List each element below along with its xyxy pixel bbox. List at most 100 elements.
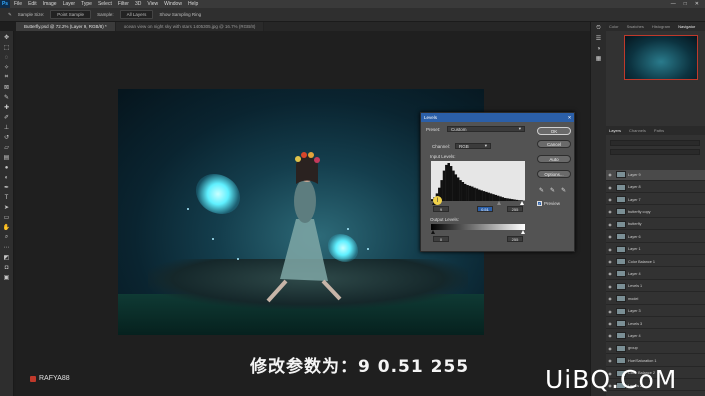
menu-view[interactable]: View bbox=[147, 1, 158, 7]
input-midtone-field[interactable]: 0.51 bbox=[477, 206, 493, 212]
menu-image[interactable]: Image bbox=[43, 1, 57, 7]
tab-channels[interactable]: Channels bbox=[629, 128, 646, 133]
marquee-tool-icon[interactable]: ⬚ bbox=[3, 44, 11, 51]
white-eyedropper-icon[interactable]: ✎ bbox=[561, 187, 566, 194]
more-tools-icon[interactable]: ⋯ bbox=[3, 244, 11, 251]
tab-paths[interactable]: Paths bbox=[654, 128, 664, 133]
layer-row[interactable]: ◉ butterfly bbox=[606, 220, 705, 231]
visibility-eye-icon[interactable]: ◉ bbox=[606, 284, 614, 289]
visibility-eye-icon[interactable]: ◉ bbox=[606, 247, 614, 252]
menu-edit[interactable]: Edit bbox=[28, 1, 37, 7]
visibility-eye-icon[interactable]: ◉ bbox=[606, 172, 614, 177]
visibility-eye-icon[interactable]: ◉ bbox=[606, 234, 614, 239]
eyedropper-tool-icon[interactable]: ✎ bbox=[3, 94, 11, 101]
shape-tool-icon[interactable]: ▭ bbox=[3, 214, 11, 221]
layer-row[interactable]: ◉ model bbox=[606, 294, 705, 305]
tab-layers[interactable]: Layers bbox=[609, 128, 621, 133]
tab-navigator[interactable]: Navigator bbox=[678, 24, 695, 29]
preview-checkbox[interactable]: ✓ bbox=[537, 201, 542, 206]
output-black-field[interactable]: 0 bbox=[433, 236, 449, 242]
quick-select-tool-icon[interactable]: ✧ bbox=[3, 64, 11, 71]
close-window-button[interactable]: ✕ bbox=[695, 1, 699, 7]
crop-tool-icon[interactable]: ⌗ bbox=[3, 74, 11, 81]
layer-row[interactable]: ◉ group bbox=[606, 344, 705, 355]
menu-layer[interactable]: Layer bbox=[63, 1, 76, 7]
input-white-field[interactable]: 255 bbox=[507, 206, 523, 212]
layer-row[interactable]: ◉ Layer 6 bbox=[606, 232, 705, 243]
lasso-tool-icon[interactable]: ◌ bbox=[3, 54, 11, 61]
menu-filter[interactable]: Filter bbox=[118, 1, 129, 7]
sample-select[interactable]: All Layers bbox=[119, 10, 154, 19]
preset-select[interactable]: Custom ▾ bbox=[447, 126, 525, 132]
path-select-icon[interactable]: ➤ bbox=[3, 204, 11, 211]
hand-tool-icon[interactable]: ✋ bbox=[3, 224, 11, 231]
menu-window[interactable]: Window bbox=[164, 1, 182, 7]
tab-color[interactable]: Color bbox=[609, 24, 619, 29]
minimize-button[interactable]: — bbox=[671, 1, 676, 7]
screen-mode-icon[interactable]: ▣ bbox=[3, 274, 11, 281]
layer-row[interactable]: ◉ Levels 3 bbox=[606, 319, 705, 330]
menu-file[interactable]: File bbox=[14, 1, 22, 7]
color-swatches-icon[interactable]: ◩ bbox=[3, 254, 11, 261]
libraries-icon[interactable]: ▦ bbox=[595, 55, 603, 62]
menu-type[interactable]: Type bbox=[81, 1, 92, 7]
cancel-button[interactable]: Cancel bbox=[537, 140, 571, 148]
preview-toggle[interactable]: ✓ Preview bbox=[537, 201, 560, 206]
dodge-tool-icon[interactable]: ◐ bbox=[3, 174, 11, 181]
layer-row[interactable]: ◉ Layer 8 bbox=[606, 182, 705, 193]
blend-mode-bar[interactable] bbox=[610, 149, 700, 155]
gray-eyedropper-icon[interactable]: ✎ bbox=[550, 187, 555, 194]
tab-swatches[interactable]: Swatches bbox=[627, 24, 644, 29]
visibility-eye-icon[interactable]: ◉ bbox=[606, 346, 614, 351]
quick-mask-icon[interactable]: ◘ bbox=[3, 264, 11, 271]
options-button[interactable]: Options... bbox=[537, 170, 571, 178]
navigator-thumbnail[interactable] bbox=[624, 35, 698, 80]
type-tool-icon[interactable]: T bbox=[3, 194, 11, 201]
tab-butterfly[interactable]: Butterfly.psd @ 72.2% (Layer 9, RGB/8) * bbox=[16, 22, 116, 31]
output-slider-track[interactable] bbox=[431, 230, 525, 234]
visibility-eye-icon[interactable]: ◉ bbox=[606, 197, 614, 202]
layer-row[interactable]: ◉ Color Balance 1 bbox=[606, 257, 705, 268]
menu-select[interactable]: Select bbox=[98, 1, 112, 7]
ok-button[interactable]: OK bbox=[537, 127, 571, 135]
history-icon[interactable]: ⏲ bbox=[595, 25, 603, 32]
levels-titlebar[interactable]: Levels ✕ bbox=[421, 113, 574, 122]
zoom-tool-icon[interactable]: ⌕ bbox=[3, 234, 11, 241]
visibility-eye-icon[interactable]: ◉ bbox=[606, 333, 614, 338]
visibility-eye-icon[interactable]: ◉ bbox=[606, 185, 614, 190]
frame-tool-icon[interactable]: ⊠ bbox=[3, 84, 11, 91]
layer-row[interactable]: ◉ Layer 9 bbox=[606, 170, 705, 181]
maximize-button[interactable]: □ bbox=[684, 1, 687, 7]
visibility-eye-icon[interactable]: ◉ bbox=[606, 309, 614, 314]
visibility-eye-icon[interactable]: ◉ bbox=[606, 296, 614, 301]
black-eyedropper-icon[interactable]: ✎ bbox=[539, 187, 544, 194]
properties-icon[interactable]: ☰ bbox=[595, 35, 603, 42]
healing-tool-icon[interactable]: ✚ bbox=[3, 104, 11, 111]
auto-button[interactable]: Auto bbox=[537, 155, 571, 163]
gradient-tool-icon[interactable]: ▤ bbox=[3, 154, 11, 161]
blur-tool-icon[interactable]: ● bbox=[3, 164, 11, 171]
output-white-field[interactable]: 255 bbox=[507, 236, 523, 242]
history-brush-icon[interactable]: ↺ bbox=[3, 134, 11, 141]
layer-filter-bar[interactable] bbox=[610, 140, 700, 146]
tab-histogram[interactable]: Histogram bbox=[652, 24, 670, 29]
layer-row[interactable]: ◉ Layer 3 bbox=[606, 306, 705, 317]
visibility-eye-icon[interactable]: ◉ bbox=[606, 209, 614, 214]
input-slider-track[interactable] bbox=[431, 201, 525, 205]
visibility-eye-icon[interactable]: ◉ bbox=[606, 259, 614, 264]
sample-size-select[interactable]: Point Sample bbox=[50, 10, 92, 19]
eraser-tool-icon[interactable]: ▱ bbox=[3, 144, 11, 151]
layer-row[interactable]: ◉ Layer 4 bbox=[606, 269, 705, 280]
layer-row[interactable]: ◉ Levels 1 bbox=[606, 282, 705, 293]
visibility-eye-icon[interactable]: ◉ bbox=[606, 358, 614, 363]
menu-help[interactable]: Help bbox=[188, 1, 198, 7]
pen-tool-icon[interactable]: ✒ bbox=[3, 184, 11, 191]
layer-row[interactable]: ◉ Layer 7 bbox=[606, 195, 705, 206]
eyedropper-icon[interactable]: ✎ bbox=[8, 12, 12, 18]
layer-row[interactable]: ◉ butterfly copy bbox=[606, 207, 705, 218]
close-icon[interactable]: ✕ bbox=[565, 113, 574, 122]
visibility-eye-icon[interactable]: ◉ bbox=[606, 271, 614, 276]
sampling-ring-checkbox[interactable]: Show Sampling Ring bbox=[159, 12, 201, 17]
visibility-eye-icon[interactable]: ◉ bbox=[606, 321, 614, 326]
layer-row[interactable]: ◉ Layer 1 bbox=[606, 244, 705, 255]
